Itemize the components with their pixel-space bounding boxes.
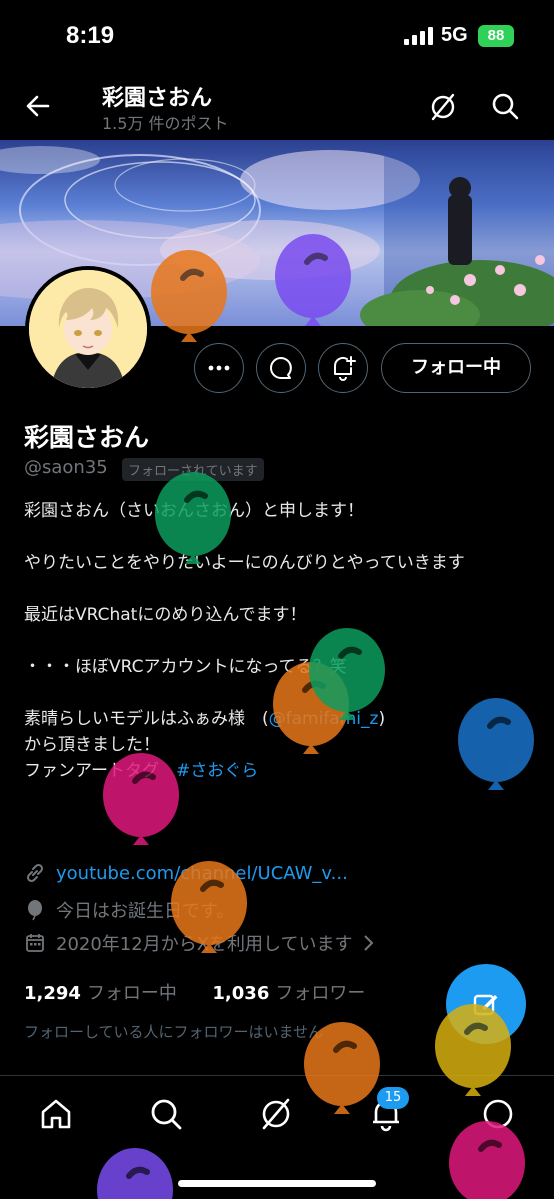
website-link[interactable]: youtube.com/channel/UCAW_v... xyxy=(56,863,348,884)
status-bar: 8:19 5G 88 xyxy=(0,0,554,72)
following-label: フォロー中 xyxy=(86,983,177,1004)
bio-line: 最近はVRChatにのめり込んでます！ xyxy=(24,605,307,625)
message-icon xyxy=(270,357,292,379)
joined-text: 2020年12月からXを利用しています xyxy=(56,934,353,955)
notify-button[interactable] xyxy=(318,343,368,393)
grok-icon[interactable] xyxy=(428,92,458,122)
bio-line: ファンアートタグ #さおぐら xyxy=(24,758,534,784)
battery-icon: 88 xyxy=(478,25,514,47)
post-count: 1.5万 件のポスト xyxy=(102,114,229,133)
profile-name: 彩園さおん xyxy=(24,423,150,452)
joined-row[interactable]: 2020年12月からXを利用しています xyxy=(24,930,377,956)
bio-text: ) xyxy=(378,709,386,729)
avatar-image xyxy=(29,270,147,388)
network-label: 5G xyxy=(441,24,468,46)
following-button[interactable]: フォロー中 xyxy=(381,343,531,393)
balloon-icon xyxy=(28,900,42,921)
bio-line: 彩園さおん（さいおんさおん）と申します！ xyxy=(24,501,364,521)
hashtag-link[interactable]: #さおぐら xyxy=(176,761,258,781)
back-arrow-icon[interactable] xyxy=(24,92,52,120)
avatar[interactable] xyxy=(25,266,151,392)
home-icon[interactable] xyxy=(38,1096,74,1132)
birthday-text: 今日はお誕生日です。 xyxy=(56,901,235,922)
more-options-button[interactable] xyxy=(194,343,244,393)
messages-tab-icon[interactable] xyxy=(480,1096,516,1132)
bio-text: ファンアートタグ xyxy=(24,761,176,781)
bio-line: 素晴らしいモデルはふぁみ様 (@famifami_z) xyxy=(24,706,534,732)
search-tab-icon[interactable] xyxy=(148,1096,184,1132)
compose-button[interactable] xyxy=(446,964,526,1044)
bio-line: から頂きました！ xyxy=(24,735,160,755)
calendar-icon xyxy=(26,934,44,952)
bio-line: やりたいことをやりたいよーにのんびりとやっていきます xyxy=(24,553,465,573)
bio-line: ・・・ほぼVRCアカウントになってる？笑 xyxy=(24,657,347,677)
followed-by-note: フォローしている人にフォロワーはいません xyxy=(24,1023,324,1041)
following-link[interactable]: 1,294 フォロー中 xyxy=(24,983,177,1004)
website-row: youtube.com/channel/UCAW_v... xyxy=(24,862,348,884)
birthday-row: 今日はお誕生日です。 xyxy=(24,897,234,923)
chevron-right-icon xyxy=(363,935,373,951)
follow-counts: 1,294 フォロー中 1,036 フォロワー xyxy=(24,979,365,1005)
message-button[interactable] xyxy=(256,343,306,393)
header-title: 彩園さおん xyxy=(102,86,213,111)
search-icon[interactable] xyxy=(490,91,520,121)
mention-link[interactable]: @famifami_z xyxy=(269,709,379,729)
status-time: 8:19 xyxy=(66,22,115,49)
bell-plus-icon xyxy=(333,356,356,381)
followers-count: 1,036 xyxy=(212,983,270,1004)
profile-header: 彩園さおん 1.5万 件のポスト xyxy=(0,72,554,140)
grok-tab-icon[interactable] xyxy=(258,1096,294,1132)
bio-text: 素晴らしいモデルはふぁみ様 ( xyxy=(24,709,269,729)
notifications-badge: 15 xyxy=(377,1087,409,1109)
more-icon xyxy=(208,365,230,371)
follows-you-badge: フォローされています xyxy=(122,458,264,481)
link-icon xyxy=(26,863,44,883)
signal-icon xyxy=(404,27,433,45)
followers-label: フォロワー xyxy=(275,983,366,1004)
profile-handle: @saon35 xyxy=(24,457,108,478)
following-count: 1,294 xyxy=(24,983,81,1004)
home-indicator xyxy=(178,1180,376,1187)
profile-bio: 彩園さおん（さいおんさおん）と申します！ やりたいことをやりたいよーにのんびりと… xyxy=(24,498,534,784)
followers-link[interactable]: 1,036 フォロワー xyxy=(212,983,365,1004)
compose-icon xyxy=(473,994,498,1016)
